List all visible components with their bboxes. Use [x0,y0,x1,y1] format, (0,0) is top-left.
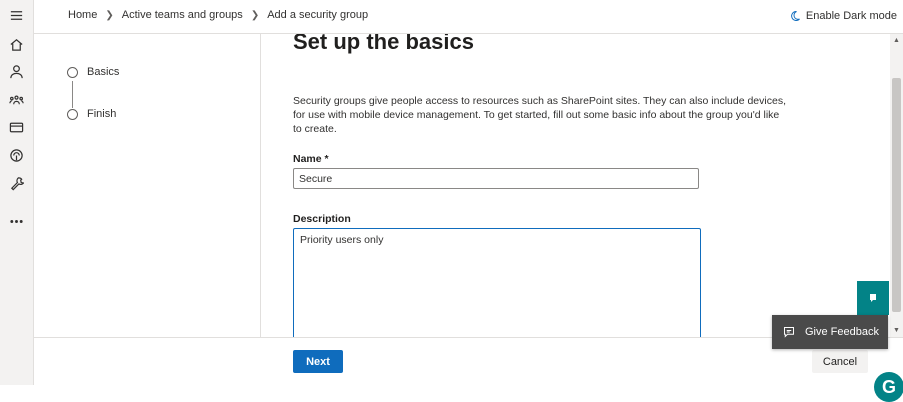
page-title: Set up the basics [293,34,474,54]
help-assistant-icon[interactable]: G [874,372,903,402]
breadcrumb: Home ❯ Active teams and groups ❯ Add a s… [68,9,368,21]
step-connector [72,81,73,108]
page-description: Security groups give people access to re… [293,95,786,135]
user-icon[interactable] [8,63,25,80]
give-feedback-button[interactable]: Give Feedback [772,315,888,349]
description-textarea[interactable]: Priority users only [293,228,701,337]
home-icon[interactable] [8,36,25,53]
feedback-icon [784,327,794,338]
billing-icon[interactable] [8,119,25,136]
step-label-basics[interactable]: Basics [87,66,119,78]
breadcrumb-current: Add a security group [267,9,369,21]
breadcrumb-active-teams[interactable]: Active teams and groups [122,9,243,21]
name-label: Name * [293,153,329,165]
chevron-right-icon: ❯ [105,9,114,21]
more-icon[interactable] [8,213,25,230]
dark-mode-toggle[interactable]: Enable Dark mode [789,10,897,22]
dark-mode-label: Enable Dark mode [805,10,897,22]
wizard-stepper: Basics Finish [34,34,261,337]
next-button[interactable]: Next [293,350,343,373]
main-content: Set up the basics Security groups give p… [261,34,890,337]
left-nav-rail [0,0,34,385]
wrench-icon[interactable] [8,175,25,192]
chevron-right-icon: ❯ [250,9,260,21]
moon-icon [791,11,800,21]
scroll-up-arrow-icon[interactable]: ▲ [893,37,900,44]
scrollbar-thumb[interactable] [892,78,901,312]
top-bar: Home ❯ Active teams and groups ❯ Add a s… [34,0,903,34]
give-feedback-label: Give Feedback [805,326,879,338]
step-label-finish[interactable]: Finish [87,108,116,120]
hamburger-icon[interactable] [8,7,25,24]
breadcrumb-home[interactable]: Home [68,9,97,21]
chat-assistant-button[interactable] [857,281,889,315]
scroll-down-arrow-icon[interactable]: ▼ [893,327,900,334]
support-icon[interactable] [8,147,25,164]
groups-icon[interactable] [8,91,25,108]
content-scrollbar[interactable]: ▲ ▼ [890,34,903,337]
chat-icon [870,294,876,302]
description-label: Description [293,213,351,225]
step-circle-basics [67,67,78,78]
step-circle-finish [67,109,78,120]
cancel-button[interactable]: Cancel [812,350,868,373]
name-input[interactable] [293,168,699,189]
